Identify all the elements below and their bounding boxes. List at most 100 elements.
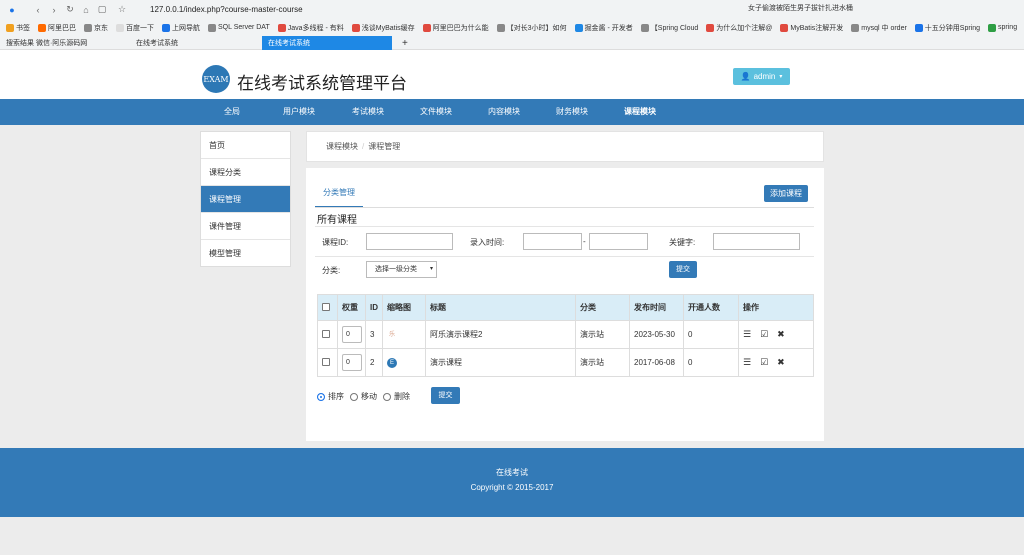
nav-item-file[interactable]: 文件模块 [420, 99, 452, 125]
bookmark-item[interactable]: 阿里巴巴 [38, 23, 76, 33]
footer-title: 在线考试 [496, 468, 528, 477]
bookmark-item[interactable]: 【Spring Cloud [640, 23, 698, 33]
weight-input[interactable]: 0 [342, 326, 362, 343]
bookmark-label: 书签 [16, 24, 30, 32]
nav-item-finance[interactable]: 财务模块 [556, 99, 588, 125]
nav-item-course[interactable]: 课程模块 [624, 99, 656, 125]
nav-item-exam[interactable]: 考试模块 [352, 99, 384, 125]
sidebar-item-course-manage[interactable]: 课程管理 [201, 186, 290, 213]
address-input[interactable]: 127.0.0.1/index.php?course-master-course [150, 5, 303, 14]
bookmark-label: Java多线程 - 有料 [287, 24, 344, 32]
tab-label: 搜索结果 微信·阿乐源码网 [6, 40, 88, 47]
start-date-input[interactable] [523, 233, 582, 250]
row-checkbox[interactable] [322, 329, 330, 338]
chevron-down-icon: ▾ [429, 266, 433, 272]
list-icon[interactable]: ☰ [743, 357, 751, 367]
category-cell: 演示站 [575, 320, 630, 349]
col-weight: 权重 [337, 294, 366, 321]
batch-actions: 排序 移动 删除 [317, 391, 410, 402]
delete-radio[interactable] [383, 392, 391, 401]
bookmark-item[interactable]: 【对长3小时】如何 [496, 23, 567, 33]
bookmark-item[interactable]: mysql 中 order [851, 23, 907, 33]
sort-radio[interactable] [317, 392, 325, 401]
add-course-button[interactable]: 添加课程 [764, 185, 808, 202]
back-icon[interactable]: ‹ [30, 5, 46, 15]
bookmark-label: 浅谈MyBatis缓存 [361, 24, 415, 32]
nav-item-content[interactable]: 内容模块 [488, 99, 520, 125]
bookmark-item[interactable]: MyBatis注解开发 [780, 23, 843, 33]
bookmark-item[interactable]: Java多线程 - 有料 [277, 23, 344, 33]
bookmark-bar: 书签 阿里巴巴 京东 百度一下 上网导航 SQL Server DAT Java… [0, 19, 1024, 36]
admin-dropdown-button[interactable]: 👤 admin ▾ [733, 68, 790, 85]
star-icon[interactable]: ☆ [114, 4, 130, 15]
nav-item-global[interactable]: 全局 [224, 99, 240, 125]
id-cell: 3 [365, 320, 383, 349]
bookmark-item[interactable]: SQL Server DAT [208, 23, 270, 32]
bookmark-item[interactable]: 阿里巴巴为什么能 [422, 23, 489, 33]
home-icon[interactable]: ⌂ [78, 5, 94, 15]
delete-icon[interactable]: ✖ [777, 357, 785, 367]
keyword-input[interactable] [713, 233, 800, 250]
move-label: 移动 [361, 392, 377, 401]
main-panel: 分类管理 添加课程 所有课程 课程ID: 录入时间: - 关键字: 分类: 选择… [306, 168, 824, 441]
new-tab-button[interactable]: + [396, 36, 412, 50]
reader-icon[interactable]: ▢ [94, 4, 110, 15]
count-cell: 0 [683, 348, 739, 377]
move-radio[interactable] [350, 392, 358, 401]
bookmark-item[interactable]: 上网导航 [162, 23, 200, 33]
browser-chrome: ● ‹ › ↻ ⌂ ▢ ☆ 127.0.0.1/index.php?course… [0, 0, 1024, 50]
breadcrumb-parent[interactable]: 课程模块 [326, 142, 358, 151]
category-label: 分类: [322, 266, 341, 275]
weight-input[interactable]: 0 [342, 354, 362, 371]
forward-icon[interactable]: › [46, 5, 62, 15]
select-all-checkbox[interactable] [322, 302, 330, 311]
tab-category-manage[interactable]: 分类管理 [315, 186, 363, 208]
id-cell: 2 [365, 348, 383, 377]
bookmark-item[interactable]: 京东 [84, 23, 108, 33]
list-icon[interactable]: ☰ [743, 329, 751, 339]
edit-icon[interactable]: ☑ [760, 329, 768, 339]
delete-icon[interactable]: ✖ [777, 329, 785, 339]
actions-cell: ☰ ☑ ✖ [738, 348, 814, 377]
url-bar: ● ‹ › ↻ ⌂ ▢ ☆ 127.0.0.1/index.php?course… [0, 0, 1024, 19]
reload-icon[interactable]: ↻ [62, 4, 78, 15]
tab-divider [315, 207, 814, 208]
browser-tab[interactable]: 搜索结果 微信·阿乐源码网 [0, 36, 130, 50]
bookmark-label: mysql 中 order [861, 24, 907, 32]
tab-label: 在线考试系统 [268, 40, 310, 47]
site-footer: 在线考试 Copyright © 2015-2017 [0, 448, 1024, 517]
nav-item-user[interactable]: 用户模块 [283, 99, 315, 125]
bookmark-item[interactable]: 书签 [6, 23, 30, 33]
bookmark-item[interactable]: 掘金酱 - 开发者 [574, 23, 633, 33]
row-checkbox[interactable] [322, 357, 330, 366]
bookmark-item[interactable]: 十五分钟用Spring [914, 23, 980, 33]
edit-icon[interactable]: ☑ [760, 357, 768, 367]
browser-tab[interactable]: 在线考试系统 [130, 36, 260, 50]
filter-submit-button[interactable]: 提交 [669, 261, 697, 278]
sidebar-item-model[interactable]: 模型管理 [201, 240, 290, 267]
browser-tab-active[interactable]: 在线考试系统 [262, 36, 392, 50]
bookmark-item[interactable]: 浅谈MyBatis缓存 [351, 23, 415, 33]
sidebar-item-courseware[interactable]: 课件管理 [201, 213, 290, 240]
bookmark-item[interactable]: 为什么加个注解@ [706, 23, 772, 33]
delete-label: 删除 [394, 392, 410, 401]
title-cell: 阿乐演示课程2 [425, 320, 576, 349]
course-id-input[interactable] [366, 233, 453, 250]
batch-submit-button[interactable]: 提交 [431, 387, 460, 404]
course-thumbnail: E [387, 358, 397, 368]
bookmark-label: MyBatis注解开发 [790, 24, 844, 32]
category-select[interactable]: 选择一级分类 ▾ [366, 261, 437, 278]
bookmark-label: 阿里巴巴 [48, 24, 76, 32]
end-date-input[interactable] [589, 233, 648, 250]
bookmark-label: 为什么加个注解@ [716, 24, 773, 32]
course-id-label: 课程ID: [322, 238, 349, 247]
sidebar-item-home[interactable]: 首页 [201, 132, 290, 159]
bookmark-item[interactable]: 百度一下 [116, 23, 154, 33]
count-cell: 0 [683, 320, 739, 349]
date-separator: - [583, 237, 586, 246]
search-input[interactable]: 女子偷渡被陌生男子拔针扎进水桶 [748, 3, 884, 16]
sidebar-item-course-category[interactable]: 课程分类 [201, 159, 290, 186]
bookmark-label: 上网导航 [172, 24, 200, 32]
bookmark-item[interactable]: spring [988, 23, 1017, 32]
course-table: 权重 ID 缩略图 标题 分类 发布时间 开通人数 操作 0 3 乐 阿乐演示课… [317, 294, 814, 377]
